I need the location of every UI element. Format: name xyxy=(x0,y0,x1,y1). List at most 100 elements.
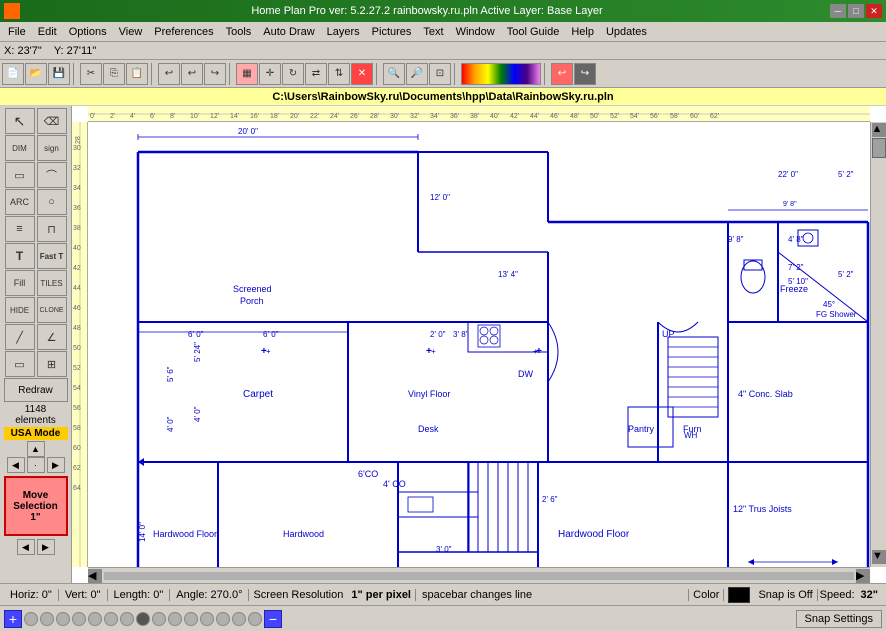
tb-rotate[interactable]: ↻ xyxy=(282,63,304,85)
nav-center[interactable]: · xyxy=(27,457,45,473)
tool-clone[interactable]: CLONE xyxy=(37,297,67,323)
tb-copy[interactable]: ⎘ xyxy=(103,63,125,85)
nav-dot-12[interactable] xyxy=(200,612,214,626)
tool-wall[interactable]: ▭ xyxy=(5,162,35,188)
zoom-in-button[interactable]: + xyxy=(4,610,22,628)
menu-options[interactable]: Options xyxy=(63,24,113,40)
tb-redo[interactable]: ↪ xyxy=(204,63,226,85)
tb-delete[interactable]: ✕ xyxy=(351,63,373,85)
tb-sep1 xyxy=(73,63,77,85)
svg-text:Vinyl Floor: Vinyl Floor xyxy=(408,389,450,399)
menu-pictures[interactable]: Pictures xyxy=(366,24,418,40)
svg-text:Desk: Desk xyxy=(418,424,439,434)
menu-autodraw[interactable]: Auto Draw xyxy=(257,24,320,40)
scroll-right[interactable]: ▶ xyxy=(37,539,55,555)
color-swatch[interactable] xyxy=(728,587,750,603)
scrollbar-track-h[interactable] xyxy=(104,572,854,580)
nav-dot-6[interactable] xyxy=(104,612,118,626)
tool-text-fast[interactable]: Fast T xyxy=(37,243,67,269)
nav-dot-11[interactable] xyxy=(184,612,198,626)
scroll-left[interactable]: ◀ xyxy=(17,539,35,555)
menu-edit[interactable]: Edit xyxy=(32,24,63,40)
nav-dot-15[interactable] xyxy=(248,612,262,626)
tool-window[interactable]: ⊞ xyxy=(37,351,67,377)
nav-dot-7[interactable] xyxy=(120,612,134,626)
tb-select[interactable]: ▦ xyxy=(236,63,258,85)
menu-view[interactable]: View xyxy=(113,24,149,40)
zoom-out-button[interactable]: − xyxy=(264,610,282,628)
color-palette[interactable] xyxy=(461,63,541,85)
menu-preferences[interactable]: Preferences xyxy=(148,24,219,40)
tb-save[interactable]: 💾 xyxy=(48,63,70,85)
tool-hide[interactable]: HIDE xyxy=(5,297,35,323)
menu-tools[interactable]: Tools xyxy=(220,24,258,40)
tb-open[interactable]: 📂 xyxy=(25,63,47,85)
minimize-button[interactable]: ─ xyxy=(830,4,846,18)
tool-text[interactable]: T xyxy=(5,243,35,269)
tool-line[interactable]: ╱ xyxy=(5,324,35,350)
close-button[interactable]: ✕ xyxy=(866,4,882,18)
nav-dot-9[interactable] xyxy=(152,612,166,626)
tool-stair[interactable]: ≡ xyxy=(5,216,35,242)
tb-move[interactable]: ✛ xyxy=(259,63,281,85)
nav-dot-10[interactable] xyxy=(168,612,182,626)
tb-redo-icon[interactable]: ↪ xyxy=(574,63,596,85)
redraw-button[interactable]: Redraw xyxy=(4,378,68,402)
scrollbar-right[interactable]: ▲ ▼ xyxy=(870,122,886,567)
menu-toolguide[interactable]: Tool Guide xyxy=(501,24,566,40)
scroll-right-up[interactable]: ▲ xyxy=(872,123,886,137)
tb-new[interactable]: 📄 xyxy=(2,63,24,85)
menu-file[interactable]: File xyxy=(2,24,32,40)
scroll-right-down[interactable]: ▼ xyxy=(872,550,886,564)
tb-undo[interactable]: ↩ xyxy=(158,63,180,85)
tool-select[interactable]: ↖ xyxy=(5,108,35,134)
tool-door[interactable]: ▭ xyxy=(5,351,35,377)
tool-rail[interactable]: ⊓ xyxy=(37,216,67,242)
tb-zoomfit[interactable]: ⊡ xyxy=(429,63,451,85)
nav-dot-5[interactable] xyxy=(88,612,102,626)
tb-zoomout[interactable]: 🔎 xyxy=(406,63,428,85)
snap-settings-button[interactable]: Snap Settings xyxy=(796,610,883,628)
tool-dim[interactable]: DIM xyxy=(5,135,35,161)
tb-zoomin[interactable]: 🔍 xyxy=(383,63,405,85)
tb-paste[interactable]: 📋 xyxy=(126,63,148,85)
nav-dot-1[interactable] xyxy=(24,612,38,626)
scroll-bottom-left[interactable]: ◀ xyxy=(88,569,102,583)
tb-undo2[interactable]: ↩ xyxy=(181,63,203,85)
drawing-canvas[interactable]: 20' 0" Screened Porch Carpet Hardwood Fl… xyxy=(88,122,870,567)
tb-cut[interactable]: ✂ xyxy=(80,63,102,85)
nav-dot-14[interactable] xyxy=(232,612,246,626)
tool-arc-wall[interactable]: ⌒ xyxy=(37,162,67,188)
file-path: C:\Users\RainbowSky.ru\Documents\hpp\Dat… xyxy=(272,91,613,103)
maximize-button[interactable]: □ xyxy=(848,4,864,18)
menu-layers[interactable]: Layers xyxy=(321,24,366,40)
tb-undo-icon[interactable]: ↩ xyxy=(551,63,573,85)
canvas-area[interactable]: 0' 2' 4' 6' 8' 10' 12' 14' 16' 18' 20' 2… xyxy=(72,106,886,583)
menu-window[interactable]: Window xyxy=(450,24,501,40)
tool-arc[interactable]: ARC xyxy=(5,189,35,215)
menu-help[interactable]: Help xyxy=(565,24,600,40)
tool-angle[interactable]: ∠ xyxy=(37,324,67,350)
menu-text[interactable]: Text xyxy=(417,24,449,40)
nav-dot-8[interactable] xyxy=(136,612,150,626)
tb-flip[interactable]: ⇄ xyxy=(305,63,327,85)
nav-dot-3[interactable] xyxy=(56,612,70,626)
move-selection-box[interactable]: MoveSelection1" xyxy=(4,476,68,536)
tool-circle[interactable]: ○ xyxy=(37,189,67,215)
tool-tiles[interactable]: TILES xyxy=(37,270,67,296)
tb-flipv[interactable]: ⇅ xyxy=(328,63,350,85)
scroll-bottom-right[interactable]: ▶ xyxy=(856,569,870,583)
nav-dot-4[interactable] xyxy=(72,612,86,626)
scrollbar-bottom[interactable]: ◀ ▶ xyxy=(88,567,870,583)
tool-sign[interactable]: sign xyxy=(37,135,67,161)
scroll-thumb-v[interactable] xyxy=(872,138,886,158)
menu-updates[interactable]: Updates xyxy=(600,24,653,40)
nav-up[interactable]: ▲ xyxy=(27,441,45,457)
nav-dot-13[interactable] xyxy=(216,612,230,626)
elements-count-area: 1148 elements USA Mode xyxy=(4,403,68,440)
nav-right[interactable]: ▶ xyxy=(47,457,65,473)
tool-fill[interactable]: Fill xyxy=(5,270,35,296)
nav-left[interactable]: ◀ xyxy=(7,457,25,473)
nav-dot-2[interactable] xyxy=(40,612,54,626)
tool-erase[interactable]: ⌫ xyxy=(37,108,67,134)
